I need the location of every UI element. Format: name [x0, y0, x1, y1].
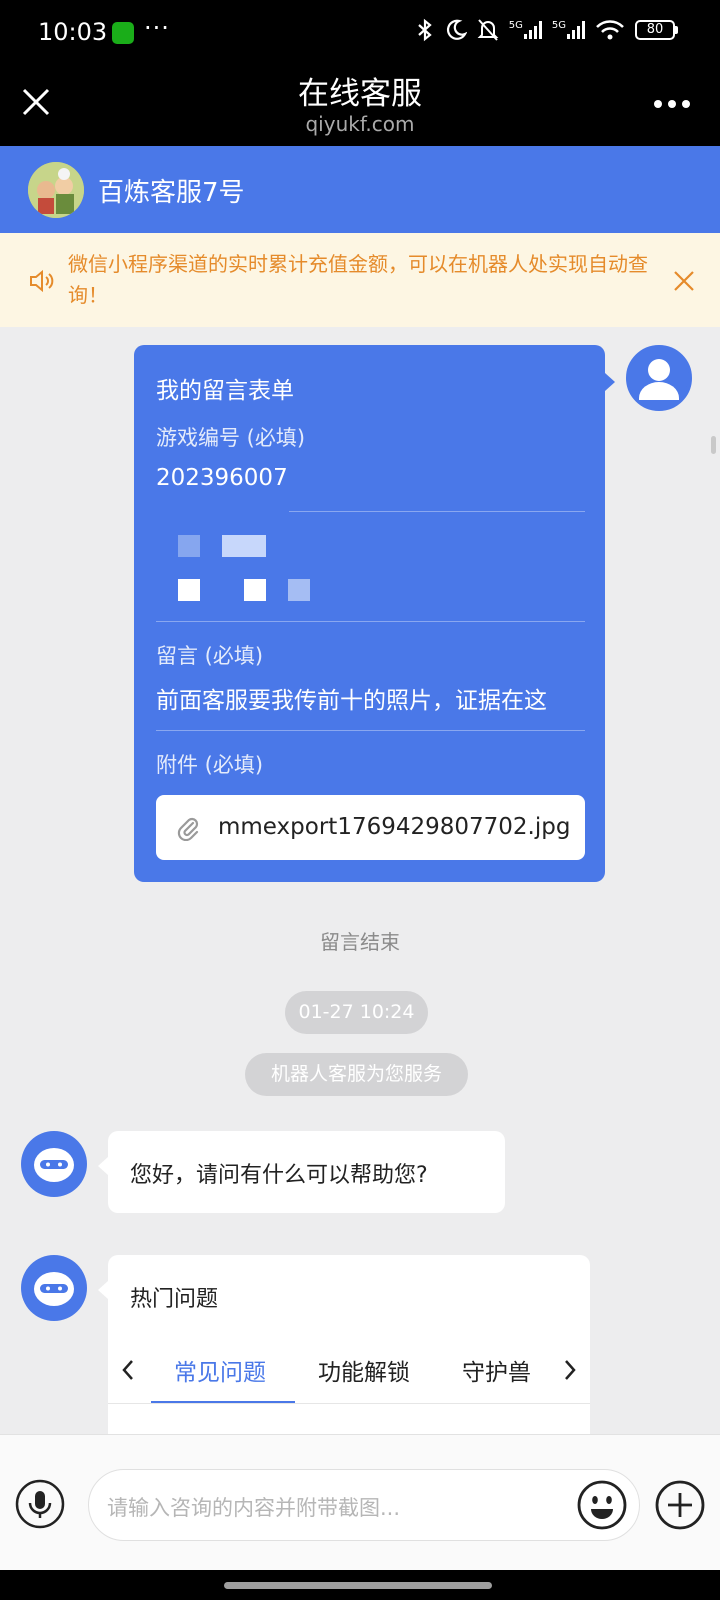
attachment-filename: mmexport1769429807702.jpg: [218, 814, 571, 840]
more-icon[interactable]: [654, 100, 690, 108]
battery-level: 80: [635, 20, 675, 40]
notice-banner: 微信小程序渠道的实时累计充值金额，可以在机器人处实现自动查询！: [0, 233, 720, 327]
hot-questions-title: 热门问题: [130, 1287, 219, 1312]
game-id-value: 202396007: [156, 465, 288, 491]
message-app-icon: [112, 22, 134, 44]
moon-icon: [446, 19, 467, 40]
divider: [156, 730, 585, 731]
mute-bell-icon: [477, 19, 499, 41]
page-subtitle: qiyukf.com: [305, 112, 415, 136]
status-more-dots: ···: [144, 14, 170, 42]
agent-header: 百炼客服7号: [0, 146, 720, 233]
status-icons: 5G 5G 80: [415, 18, 678, 42]
emoji-icon[interactable]: [576, 1479, 628, 1531]
scrollbar[interactable]: [711, 436, 716, 454]
divider: [108, 1403, 590, 1404]
battery-icon: 80: [635, 20, 678, 40]
message-value: 前面客服要我传前十的照片，证据在这: [156, 688, 547, 714]
hot-questions-tabs: 常见问题 功能解锁 守护兽: [108, 1343, 590, 1404]
game-id-label: 游戏编号 (必填): [156, 426, 306, 450]
form-end-notice: 留言结束: [320, 930, 400, 954]
chevron-right-icon[interactable]: [560, 1357, 580, 1383]
network-type-2: 5G: [551, 20, 566, 31]
top-bar: 10:03 ··· 5G 5G 80 在线客服 qiyukf.com: [0, 0, 720, 146]
bot-avatar[interactable]: [21, 1255, 87, 1321]
cellular-signal-1: 5G: [509, 21, 542, 39]
robot-service-pill: 机器人客服为您服务: [245, 1053, 468, 1096]
blurred-content: [178, 535, 328, 605]
greeting-text: 您好，请问有什么可以帮助您?: [130, 1163, 428, 1188]
microphone-icon[interactable]: [15, 1479, 65, 1529]
notice-close-icon[interactable]: [672, 269, 696, 293]
timestamp-pill: 01-27 10:24: [285, 991, 428, 1034]
plus-icon[interactable]: [654, 1479, 706, 1531]
message-input-placeholder: 请输入咨询的内容并附带截图...: [107, 1496, 401, 1520]
message-label: 留言 (必填): [156, 644, 264, 668]
tab-feature-unlock[interactable]: 功能解锁: [318, 1353, 410, 1387]
attachment-label: 附件 (必填): [156, 753, 264, 777]
wifi-icon: [596, 20, 624, 40]
message-form-bubble: 我的留言表单 游戏编号 (必填) 202396007 留言 (必填) 前面客服要…: [134, 345, 615, 882]
attachment-file[interactable]: mmexport1769429807702.jpg: [156, 795, 585, 860]
paperclip-icon: [177, 817, 199, 841]
greeting-bubble: 您好，请问有什么可以帮助您?: [98, 1131, 505, 1213]
network-type-1: 5G: [508, 20, 523, 31]
input-bar: 请输入咨询的内容并附带截图...: [0, 1434, 720, 1570]
home-indicator[interactable]: [224, 1582, 492, 1589]
bluetooth-icon: [418, 18, 432, 42]
chevron-left-icon[interactable]: [118, 1357, 138, 1383]
notice-text: 微信小程序渠道的实时累计充值金额，可以在机器人处实现自动查询！: [68, 252, 648, 307]
agent-avatar[interactable]: [28, 162, 84, 218]
tab-guardian-beast[interactable]: 守护兽: [462, 1353, 531, 1387]
user-avatar[interactable]: [626, 345, 692, 411]
system-nav-bar: [0, 1570, 720, 1600]
bot-avatar[interactable]: [21, 1131, 87, 1197]
hot-questions-card: 热门问题 常见问题 功能解锁 守护兽: [98, 1255, 590, 1455]
message-input[interactable]: 请输入咨询的内容并附带截图...: [88, 1469, 640, 1541]
form-title: 我的留言表单: [156, 378, 294, 404]
divider: [289, 511, 585, 512]
status-time: 10:03: [38, 18, 108, 46]
divider: [156, 621, 585, 622]
tab-common-questions[interactable]: 常见问题: [174, 1353, 266, 1387]
status-bar: 10:03 ··· 5G 5G 80: [0, 0, 720, 66]
agent-name: 百炼客服7号: [98, 178, 245, 208]
cellular-signal-2: 5G: [552, 21, 585, 39]
speaker-icon: [30, 269, 54, 293]
page-title: 在线客服: [298, 76, 422, 112]
